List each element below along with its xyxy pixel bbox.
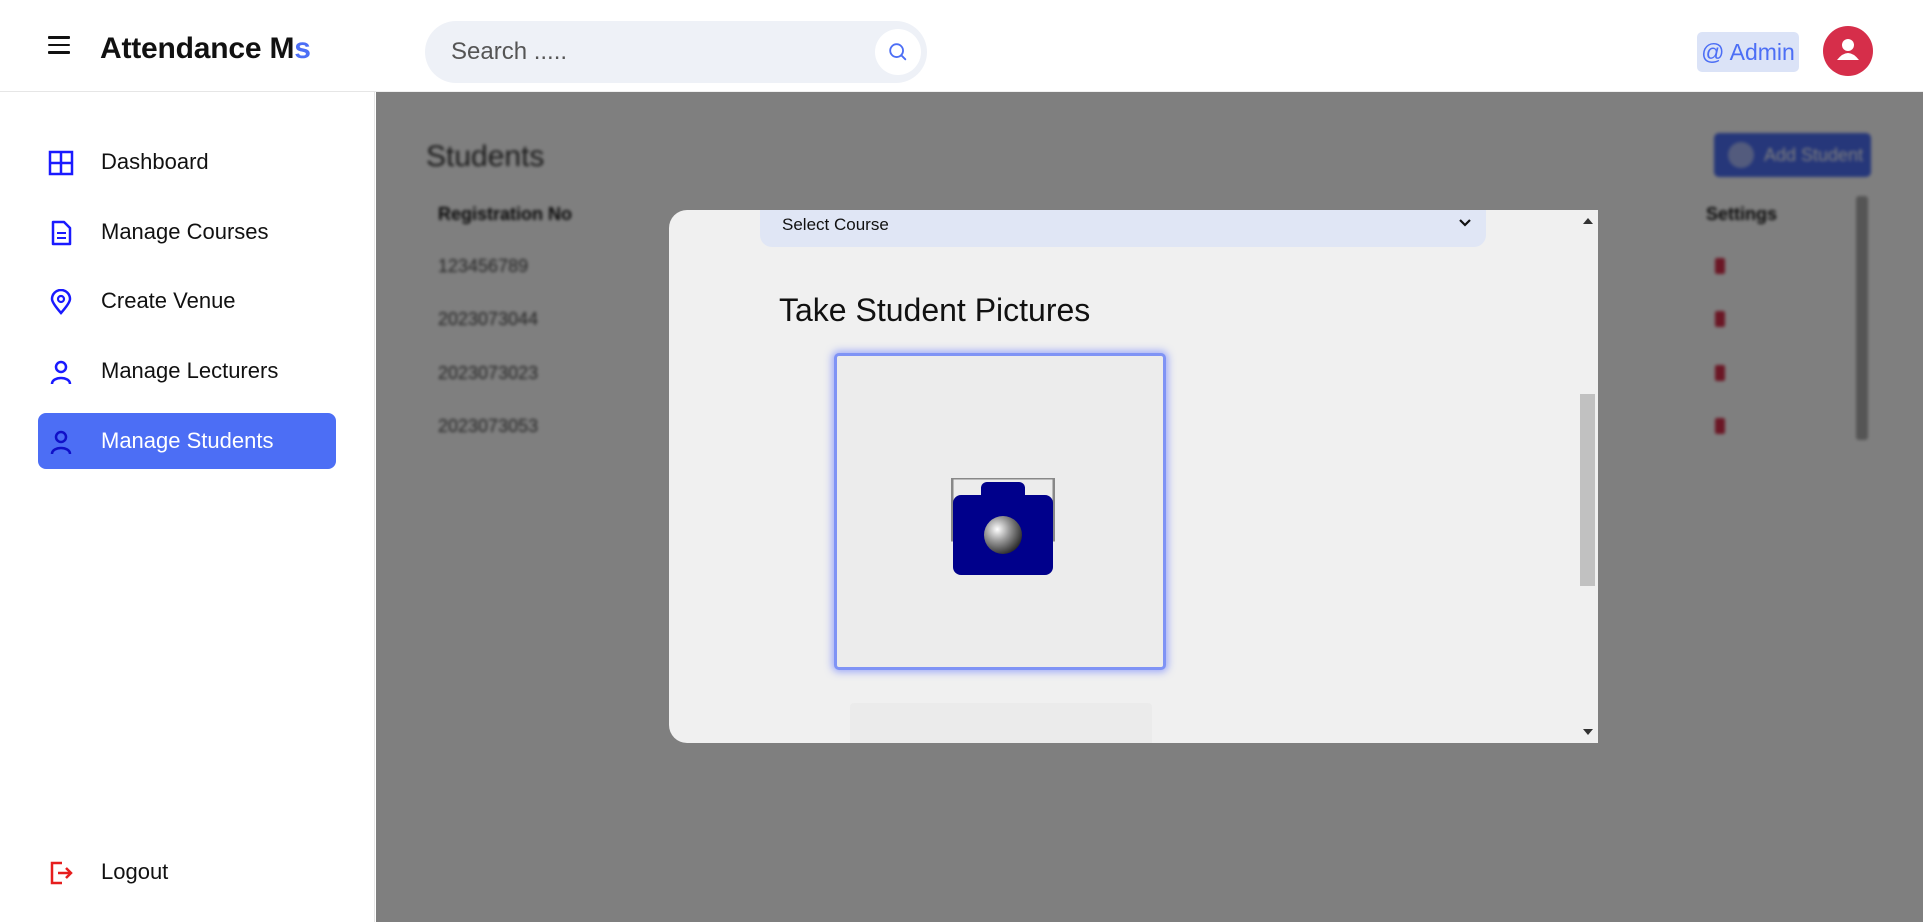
- modal-scrollbar[interactable]: [1577, 210, 1598, 743]
- course-select[interactable]: Select Course: [760, 210, 1486, 247]
- document-icon: [51, 220, 72, 246]
- logout-button[interactable]: Logout: [38, 844, 336, 900]
- search-input[interactable]: [451, 35, 851, 69]
- sidebar-item-label: Manage Courses: [101, 219, 269, 244]
- hamburger-menu-icon[interactable]: [48, 36, 70, 54]
- user-avatar-icon: [1837, 39, 1859, 60]
- admin-badge[interactable]: @ Admin: [1697, 32, 1799, 72]
- capture-button[interactable]: [850, 703, 1152, 743]
- sidebar-item-label: Manage Lecturers: [101, 358, 279, 383]
- sidebar-item-manage-students[interactable]: Manage Students: [38, 413, 336, 469]
- add-student-modal: Select Course Take Student Pictures: [669, 210, 1598, 743]
- search-bar: [425, 21, 927, 83]
- search-button[interactable]: [875, 29, 921, 75]
- user-avatar[interactable]: [1823, 26, 1873, 76]
- app-title: Attendance Ms: [100, 32, 311, 65]
- sidebar-item-manage-lecturers[interactable]: Manage Lecturers: [38, 343, 336, 399]
- chevron-down-icon: [1459, 219, 1471, 227]
- sidebar-item-dashboard[interactable]: Dashboard: [38, 134, 336, 190]
- scrollbar-thumb[interactable]: [1580, 394, 1595, 586]
- scroll-up-arrow-icon[interactable]: [1583, 218, 1593, 224]
- top-bar: Attendance Ms @ Admin: [0, 0, 1923, 92]
- user-icon: [50, 430, 72, 455]
- scroll-down-arrow-icon[interactable]: [1583, 729, 1593, 735]
- camera-capture-area[interactable]: [834, 353, 1166, 670]
- sidebar-item-label: Create Venue: [101, 288, 236, 313]
- location-pin-icon: [50, 289, 72, 315]
- sidebar-item-label: Dashboard: [101, 149, 209, 174]
- camera-icon: [951, 478, 1055, 575]
- sidebar-item-create-venue[interactable]: Create Venue: [38, 273, 336, 329]
- search-icon: [889, 43, 907, 61]
- dashboard-grid-icon: [48, 150, 74, 176]
- sidebar-item-manage-courses[interactable]: Manage Courses: [38, 204, 336, 260]
- user-icon: [50, 360, 72, 385]
- sidebar: Dashboard Manage Courses Create Venue Ma…: [0, 92, 375, 922]
- sidebar-item-label: Manage Students: [101, 428, 274, 453]
- logout-label: Logout: [101, 859, 169, 884]
- section-heading: Take Student Pictures: [779, 292, 1091, 328]
- logout-icon: [50, 861, 73, 885]
